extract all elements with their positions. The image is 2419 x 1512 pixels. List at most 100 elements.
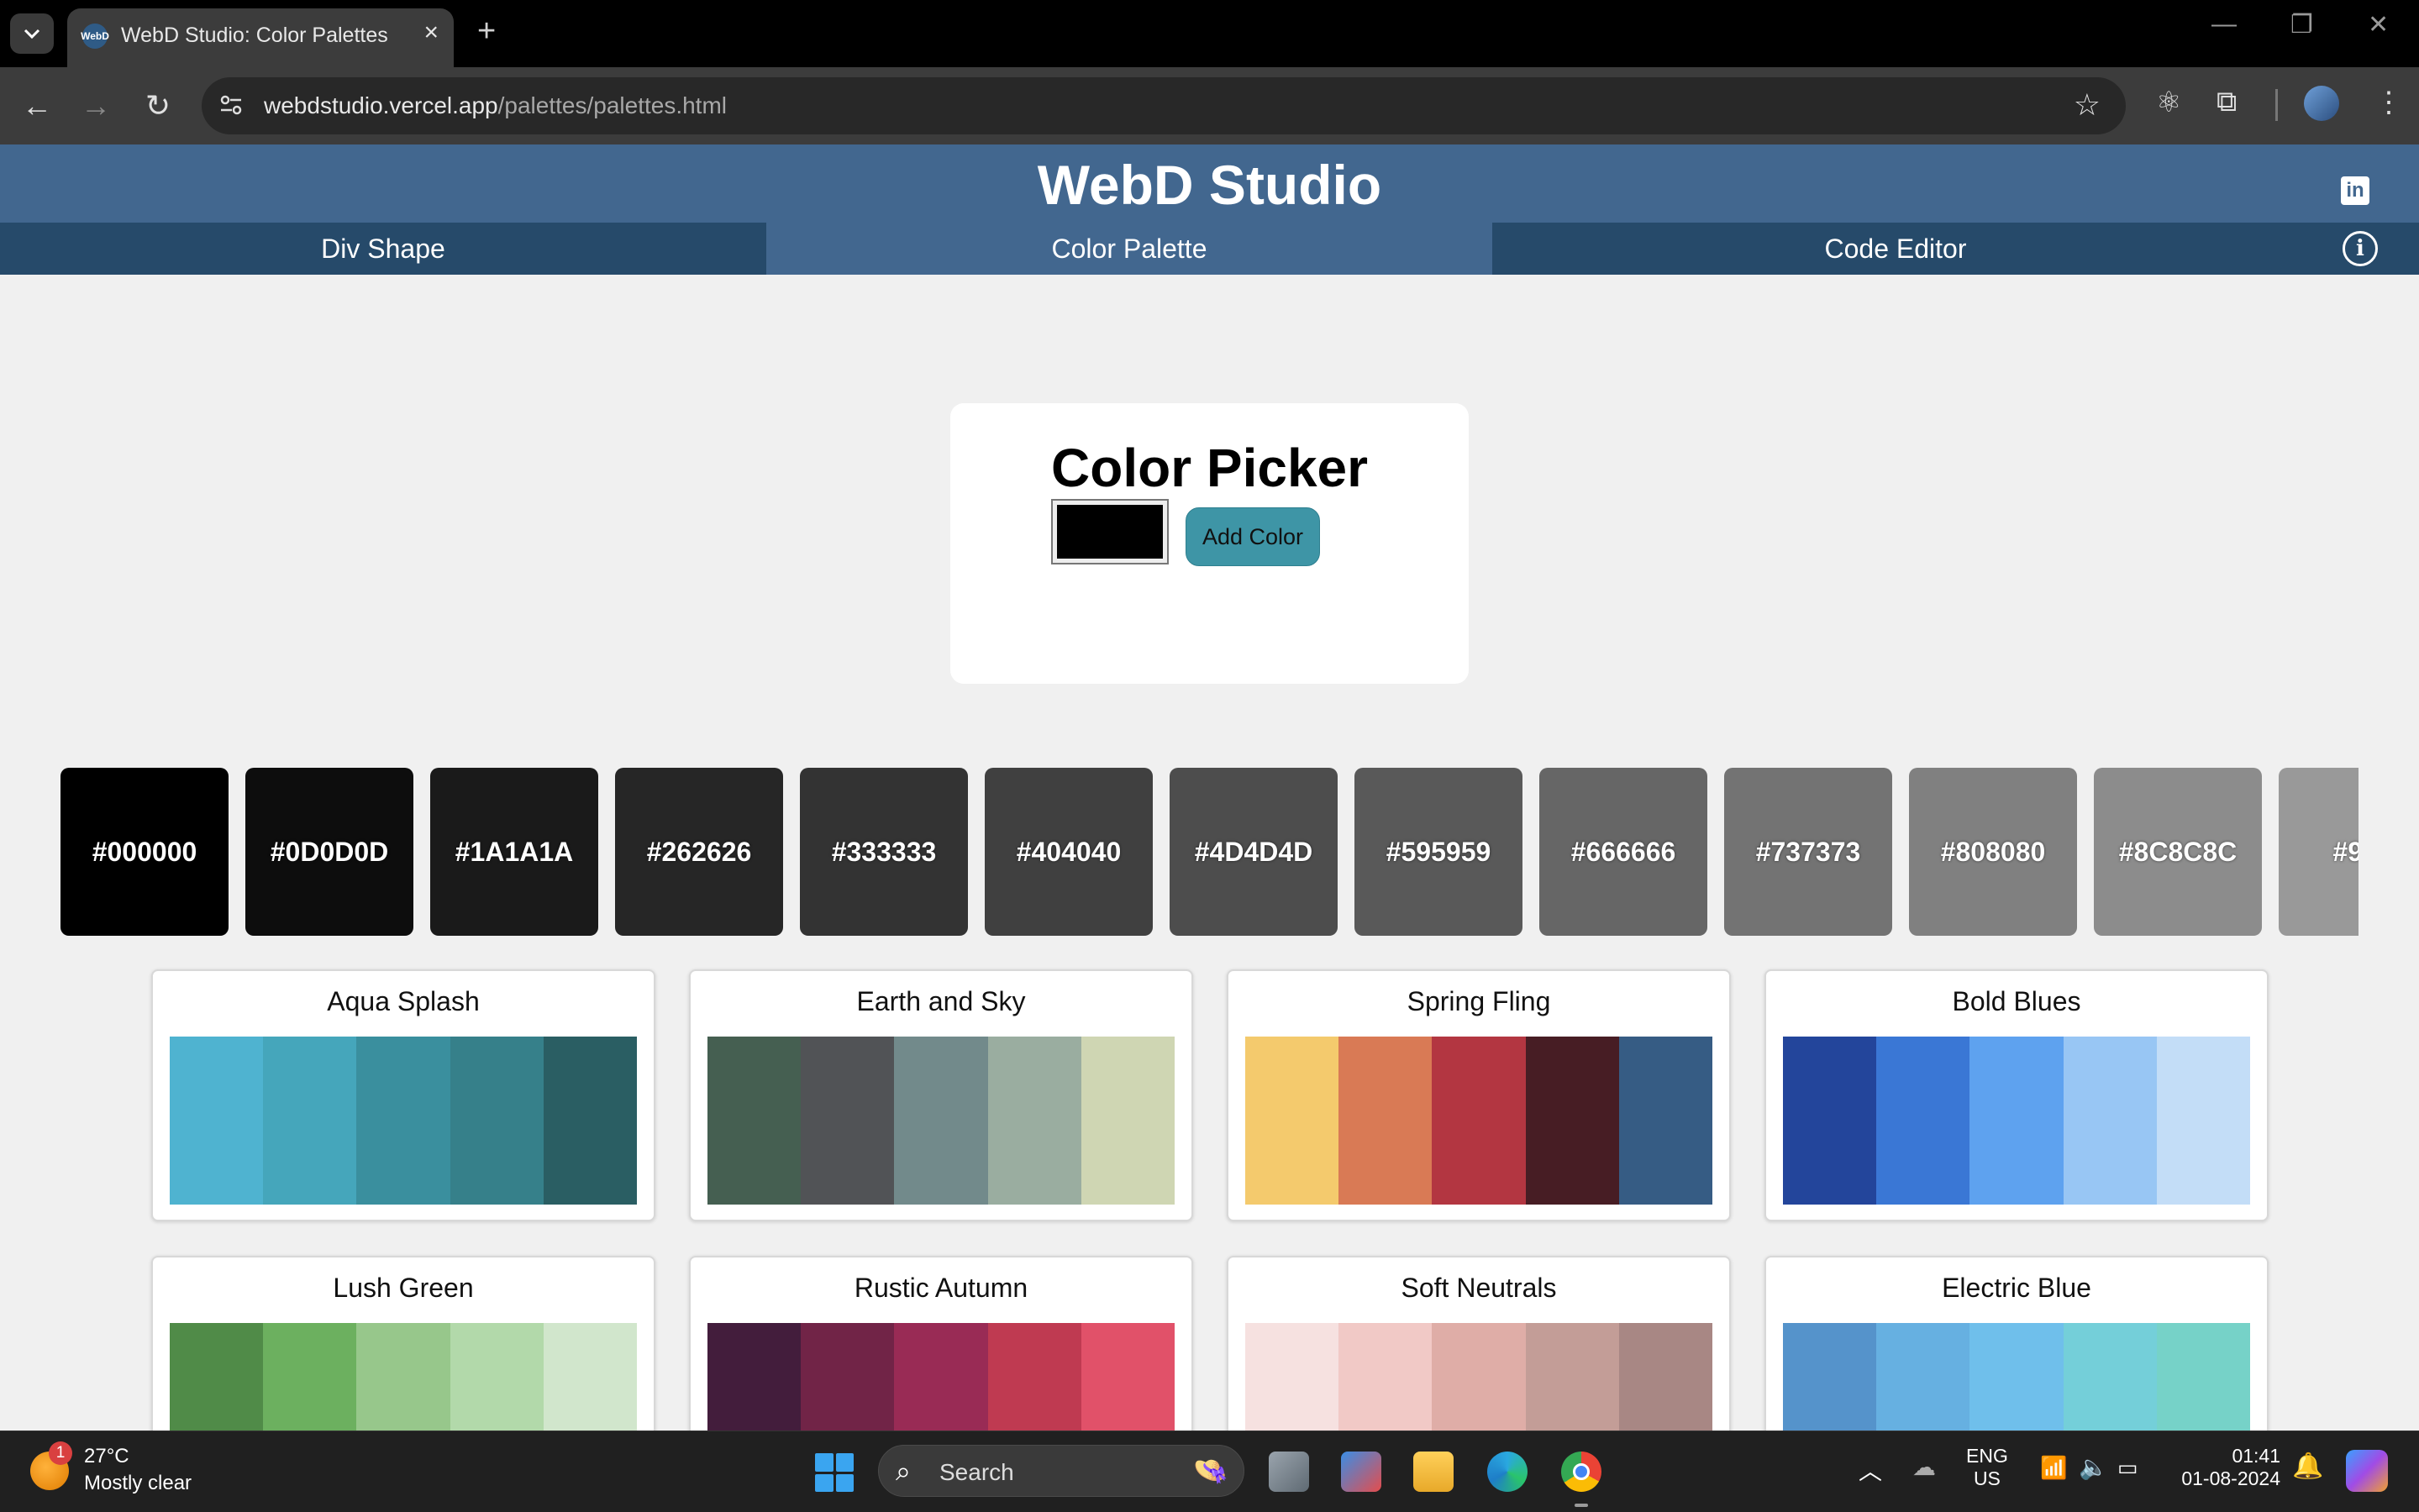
color-chip[interactable]: #4D4D4D (1170, 768, 1338, 936)
linkedin-icon[interactable]: in (2341, 176, 2369, 205)
browser-toolbar: ← → ↻ webdstudio.vercel.app/palettes/pal… (0, 67, 2419, 144)
color-chip[interactable]: #737373 (1724, 768, 1892, 936)
palette-swatch[interactable] (1338, 1037, 1433, 1205)
tab-color-palette[interactable]: Color Palette (766, 223, 1492, 275)
palette-swatch[interactable] (263, 1037, 357, 1205)
window-close-icon[interactable]: ✕ (2368, 10, 2389, 39)
weather-badge: 1 (49, 1441, 72, 1465)
reload-icon[interactable]: ↻ (138, 86, 178, 126)
file-explorer-icon[interactable] (1413, 1452, 1454, 1492)
browser-tab-active[interactable]: WebD WebD Studio: Color Palettes × (67, 8, 454, 67)
tray-overflow-icon[interactable]: ︿ (1859, 1453, 1882, 1487)
palette-card[interactable]: Earth and Sky (689, 969, 1193, 1221)
onedrive-icon[interactable]: ☁ (1912, 1453, 1936, 1481)
browser-tab-bar: WebD WebD Studio: Color Palettes × + — ❐… (0, 0, 2419, 67)
color-chip[interactable]: #8C8C8C (2094, 768, 2262, 936)
menu-kebab-icon[interactable]: ⋮ (2374, 86, 2403, 119)
tab-div-shape[interactable]: Div Shape (0, 223, 766, 275)
color-chip[interactable]: #333333 (800, 768, 968, 936)
profile-avatar[interactable] (2304, 86, 2339, 121)
palette-card[interactable]: Spring Fling (1227, 969, 1731, 1221)
close-tab-icon[interactable]: × (423, 18, 439, 47)
palette-swatch[interactable] (2063, 1037, 2157, 1205)
palette-swatch[interactable] (801, 1037, 895, 1205)
site-header: WebD Studio in (0, 144, 2419, 223)
main-nav: Div Shape Color Palette Code Editor i (0, 223, 2419, 275)
battery-icon[interactable]: ▭ (2117, 1455, 2138, 1481)
palette-card[interactable]: Bold Blues (1764, 969, 2269, 1221)
palette-swatch[interactable] (1618, 1037, 1713, 1205)
color-chip[interactable]: #000000 (60, 768, 229, 936)
url-host: webdstudio.vercel.app (264, 92, 498, 118)
tab-search-button[interactable] (10, 13, 54, 54)
palette-swatch[interactable] (356, 1037, 450, 1205)
palette-swatch[interactable] (2156, 1037, 2251, 1205)
react-devtools-icon[interactable]: ⚛ (2156, 86, 2181, 119)
palette-swatch[interactable] (543, 1037, 638, 1205)
palette-swatch[interactable] (1245, 1037, 1339, 1205)
palette-swatch[interactable] (170, 1037, 264, 1205)
notification-bell-icon[interactable]: 🔔 (2292, 1452, 2323, 1481)
color-input[interactable] (1051, 499, 1169, 564)
palette-swatch[interactable] (1432, 1037, 1526, 1205)
url-text[interactable]: webdstudio.vercel.app/palettes/palettes.… (264, 92, 727, 119)
extensions-icon[interactable]: ⧉ (2217, 86, 2237, 118)
wifi-icon[interactable]: 📶 (2040, 1455, 2067, 1481)
weather-condition[interactable]: Mostly clear (84, 1472, 192, 1495)
tab-title: WebD Studio: Color Palettes (121, 24, 388, 47)
color-chip[interactable]: #262626 (615, 768, 783, 936)
store-icon[interactable] (1341, 1452, 1381, 1492)
windows-taskbar: 1 27°C Mostly clear ⌕ Search 👒 ︿ ☁ ENG U… (0, 1431, 2419, 1512)
palette-swatch[interactable] (987, 1037, 1081, 1205)
clock-time: 01:41 (2232, 1445, 2280, 1467)
palette-swatch[interactable] (894, 1037, 988, 1205)
forward-icon[interactable]: → (76, 86, 116, 126)
weather-temperature[interactable]: 27°C (84, 1445, 129, 1468)
restore-icon[interactable]: ❐ (2290, 10, 2313, 39)
search-highlight-icon: 👒 (1192, 1455, 1228, 1487)
add-color-button[interactable]: Add Color (1186, 507, 1320, 566)
volume-icon[interactable]: 🔈 (2079, 1453, 2108, 1481)
palette-swatch[interactable] (1783, 1037, 1877, 1205)
palette-swatches (707, 1037, 1175, 1205)
clock-date: 01-08-2024 (2181, 1467, 2280, 1489)
address-bar[interactable]: webdstudio.vercel.app/palettes/palettes.… (202, 77, 2126, 134)
palette-name: Lush Green (333, 1273, 474, 1303)
palette-name: Aqua Splash (327, 986, 480, 1016)
generated-color-strip: #000000 #0D0D0D #1A1A1A #262626 #333333 #4040… (60, 768, 2359, 936)
color-chip[interactable]: #595959 (1354, 768, 1522, 936)
palette-swatch[interactable] (1525, 1037, 1619, 1205)
language-indicator[interactable]: ENG US (1966, 1445, 2008, 1490)
palette-swatch[interactable] (450, 1037, 544, 1205)
palette-name: Rustic Autumn (854, 1273, 1028, 1303)
edge-icon[interactable] (1487, 1452, 1528, 1492)
back-icon[interactable]: ← (17, 86, 57, 126)
palette-swatch[interactable] (1969, 1037, 2064, 1205)
chevron-down-icon (24, 29, 40, 39)
task-view-icon[interactable] (1269, 1452, 1309, 1492)
color-chip[interactable]: #0D0D0D (245, 768, 413, 936)
tab-code-editor[interactable]: Code Editor (1492, 223, 2299, 275)
color-chip[interactable]: #666666 (1539, 768, 1707, 936)
color-picker-card: Color Picker Add Color (950, 403, 1469, 684)
palette-swatch[interactable] (1876, 1037, 1970, 1205)
color-chip[interactable]: #808080 (1909, 768, 2077, 936)
new-tab-icon[interactable]: + (477, 13, 496, 50)
copilot-icon[interactable] (2346, 1450, 2388, 1492)
region-code: US (1973, 1467, 2001, 1489)
chrome-icon[interactable] (1561, 1452, 1601, 1492)
palette-swatch[interactable] (1081, 1037, 1175, 1205)
minimize-icon[interactable]: — (2211, 10, 2237, 39)
palette-card[interactable]: Aqua Splash (151, 969, 655, 1221)
info-icon[interactable]: i (2343, 231, 2378, 266)
taskbar-search[interactable]: ⌕ Search 👒 (878, 1445, 1244, 1497)
color-chip[interactable]: #404040 (985, 768, 1153, 936)
palette-name: Earth and Sky (856, 986, 1026, 1016)
palette-swatch[interactable] (707, 1037, 802, 1205)
bookmark-star-icon[interactable]: ☆ (2074, 87, 2101, 123)
color-chip[interactable]: #999 (2279, 768, 2359, 936)
clock[interactable]: 01:41 01-08-2024 (2174, 1445, 2280, 1490)
site-info-icon[interactable] (218, 92, 244, 118)
color-chip[interactable]: #1A1A1A (430, 768, 598, 936)
start-icon[interactable] (815, 1453, 854, 1492)
